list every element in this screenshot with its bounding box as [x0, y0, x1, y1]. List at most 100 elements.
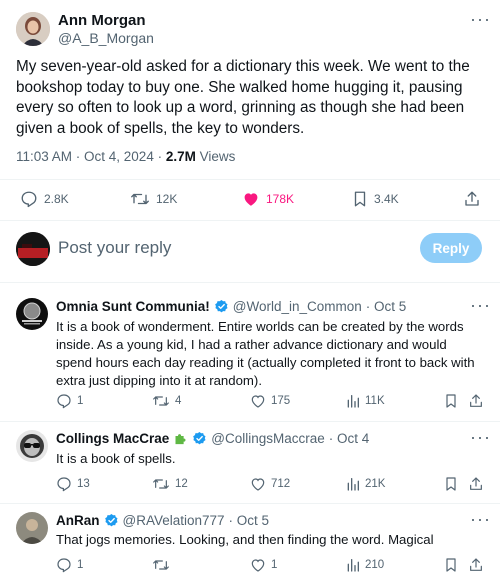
comment-icon [57, 394, 71, 409]
reply-avatar[interactable] [16, 430, 48, 462]
verified-badge-icon[interactable] [104, 513, 119, 528]
reply-input[interactable]: Post your reply [58, 238, 171, 258]
more-options-icon[interactable]: ··· [470, 510, 491, 528]
views-count: 210 [365, 559, 385, 571]
verified-badge-icon[interactable] [214, 299, 229, 314]
divider [0, 503, 500, 504]
comment-icon [57, 477, 71, 492]
reply-button[interactable]: Reply [420, 233, 482, 263]
reply-action[interactable]: 2.8K [20, 190, 69, 208]
retweet-icon [153, 479, 169, 489]
retweet-count: 4 [175, 395, 182, 407]
reply-count: 13 [77, 478, 90, 490]
like-action[interactable]: 712 [250, 476, 290, 492]
bookmark-icon [446, 558, 456, 572]
comment-icon [21, 191, 37, 208]
reply-count: 1 [77, 395, 84, 407]
reply-author-name[interactable]: Omnia Sunt Communia! [56, 299, 210, 314]
reply-count: 1 [77, 559, 84, 571]
heart-filled-icon [244, 193, 258, 206]
reply-date[interactable]: · Oct 5 [229, 513, 270, 528]
reply-author-name[interactable]: Collings MacCrae [56, 431, 169, 446]
more-options-icon[interactable]: ··· [470, 296, 491, 314]
reply-text: It is a book of wonderment. Entire world… [56, 319, 475, 388]
reply-author-name[interactable]: AnRan [56, 513, 100, 528]
retweet-count: 12K [156, 192, 178, 206]
retweet-icon [153, 560, 169, 570]
like-action[interactable]: 175 [250, 393, 290, 409]
share-action[interactable] [468, 476, 484, 492]
reply-header: Collings MacCrae @CollingsMaccrae · Oct … [56, 431, 369, 446]
tweet-meta: 11:03 AM · Oct 4, 2024 · 2.7M Views [16, 149, 235, 164]
reply-author-handle[interactable]: @World_in_Common [233, 299, 362, 314]
author-name[interactable]: Ann Morgan [58, 12, 146, 29]
bookmark-action[interactable] [444, 393, 458, 409]
retweet-action[interactable]: 12K [130, 190, 177, 208]
author-photo-icon [16, 12, 50, 46]
retweet-icon [153, 396, 169, 406]
share-icon [470, 558, 482, 571]
like-count: 175 [271, 395, 291, 407]
divider [0, 179, 500, 180]
reply-author-handle[interactable]: @CollingsMaccrae [211, 431, 325, 446]
reply-avatar[interactable] [16, 512, 48, 544]
reply-action[interactable]: 1 [56, 393, 83, 409]
share-icon [470, 477, 482, 490]
views-action[interactable]: 210 [346, 557, 384, 573]
reply-action[interactable]: 1 [56, 557, 83, 573]
retweet-action[interactable]: 12 [152, 476, 188, 492]
retweet-count: 12 [175, 478, 188, 490]
share-action[interactable] [468, 393, 484, 409]
share-icon [470, 394, 482, 407]
reply-date[interactable]: · Oct 4 [329, 431, 370, 446]
reply-author-handle[interactable]: @RAVelation777 [123, 513, 225, 528]
like-count: 712 [271, 478, 291, 490]
retweet-action[interactable]: 4 [152, 393, 181, 409]
retweet-icon [131, 193, 149, 205]
sunglasses-face-icon [16, 430, 48, 462]
current-user-avatar[interactable] [16, 232, 50, 266]
reply-count: 2.8K [44, 192, 69, 206]
tweet-text: My seven-year-old asked for a dictionary… [16, 58, 470, 137]
share-action[interactable] [468, 557, 484, 573]
divider [0, 282, 500, 283]
like-action[interactable]: 1 [250, 557, 277, 573]
reply-header: AnRan @RAVelation777 · Oct 5 [56, 513, 269, 528]
globe-logo-icon [16, 298, 48, 330]
reply-text: That jogs memories. Looking, and then fi… [56, 532, 434, 547]
reply-action[interactable]: 13 [56, 476, 90, 492]
puzzle-piece-icon [175, 434, 186, 445]
share-action[interactable] [463, 190, 481, 208]
analytics-icon [347, 478, 359, 491]
bookmark-icon [446, 394, 456, 408]
more-options-icon[interactable]: ··· [470, 10, 491, 28]
views-action[interactable]: 21K [346, 476, 385, 492]
author-handle[interactable]: @A_B_Morgan [58, 30, 154, 46]
tweet-timestamp[interactable]: 11:03 AM · Oct 4, 2024 · [16, 149, 166, 164]
views-count: 2.7M [165, 149, 196, 164]
views-action[interactable]: 11K [346, 393, 385, 409]
verified-badge-icon[interactable] [192, 431, 207, 446]
reply-avatar[interactable] [16, 298, 48, 330]
bookmark-action[interactable] [444, 476, 458, 492]
heart-icon [251, 478, 265, 491]
heart-icon [251, 395, 265, 408]
views-label: Views [195, 149, 236, 164]
bookmark-icon [446, 477, 456, 491]
bookmark-action[interactable]: 3.4K [352, 190, 399, 208]
author-avatar[interactable] [16, 12, 50, 46]
reply-date[interactable]: · Oct 5 [366, 299, 407, 314]
more-options-icon[interactable]: ··· [470, 428, 491, 446]
like-action[interactable]: 178K [242, 190, 294, 208]
analytics-icon [347, 559, 359, 572]
views-count: 21K [365, 478, 386, 490]
divider [0, 220, 500, 221]
portrait-photo-icon [16, 512, 48, 544]
user-photo-icon [16, 232, 50, 266]
like-count: 178K [266, 192, 295, 206]
retweet-action[interactable] [152, 557, 175, 573]
divider [0, 421, 500, 422]
heart-icon [251, 559, 265, 572]
share-icon [465, 191, 479, 206]
bookmark-action[interactable] [444, 557, 458, 573]
